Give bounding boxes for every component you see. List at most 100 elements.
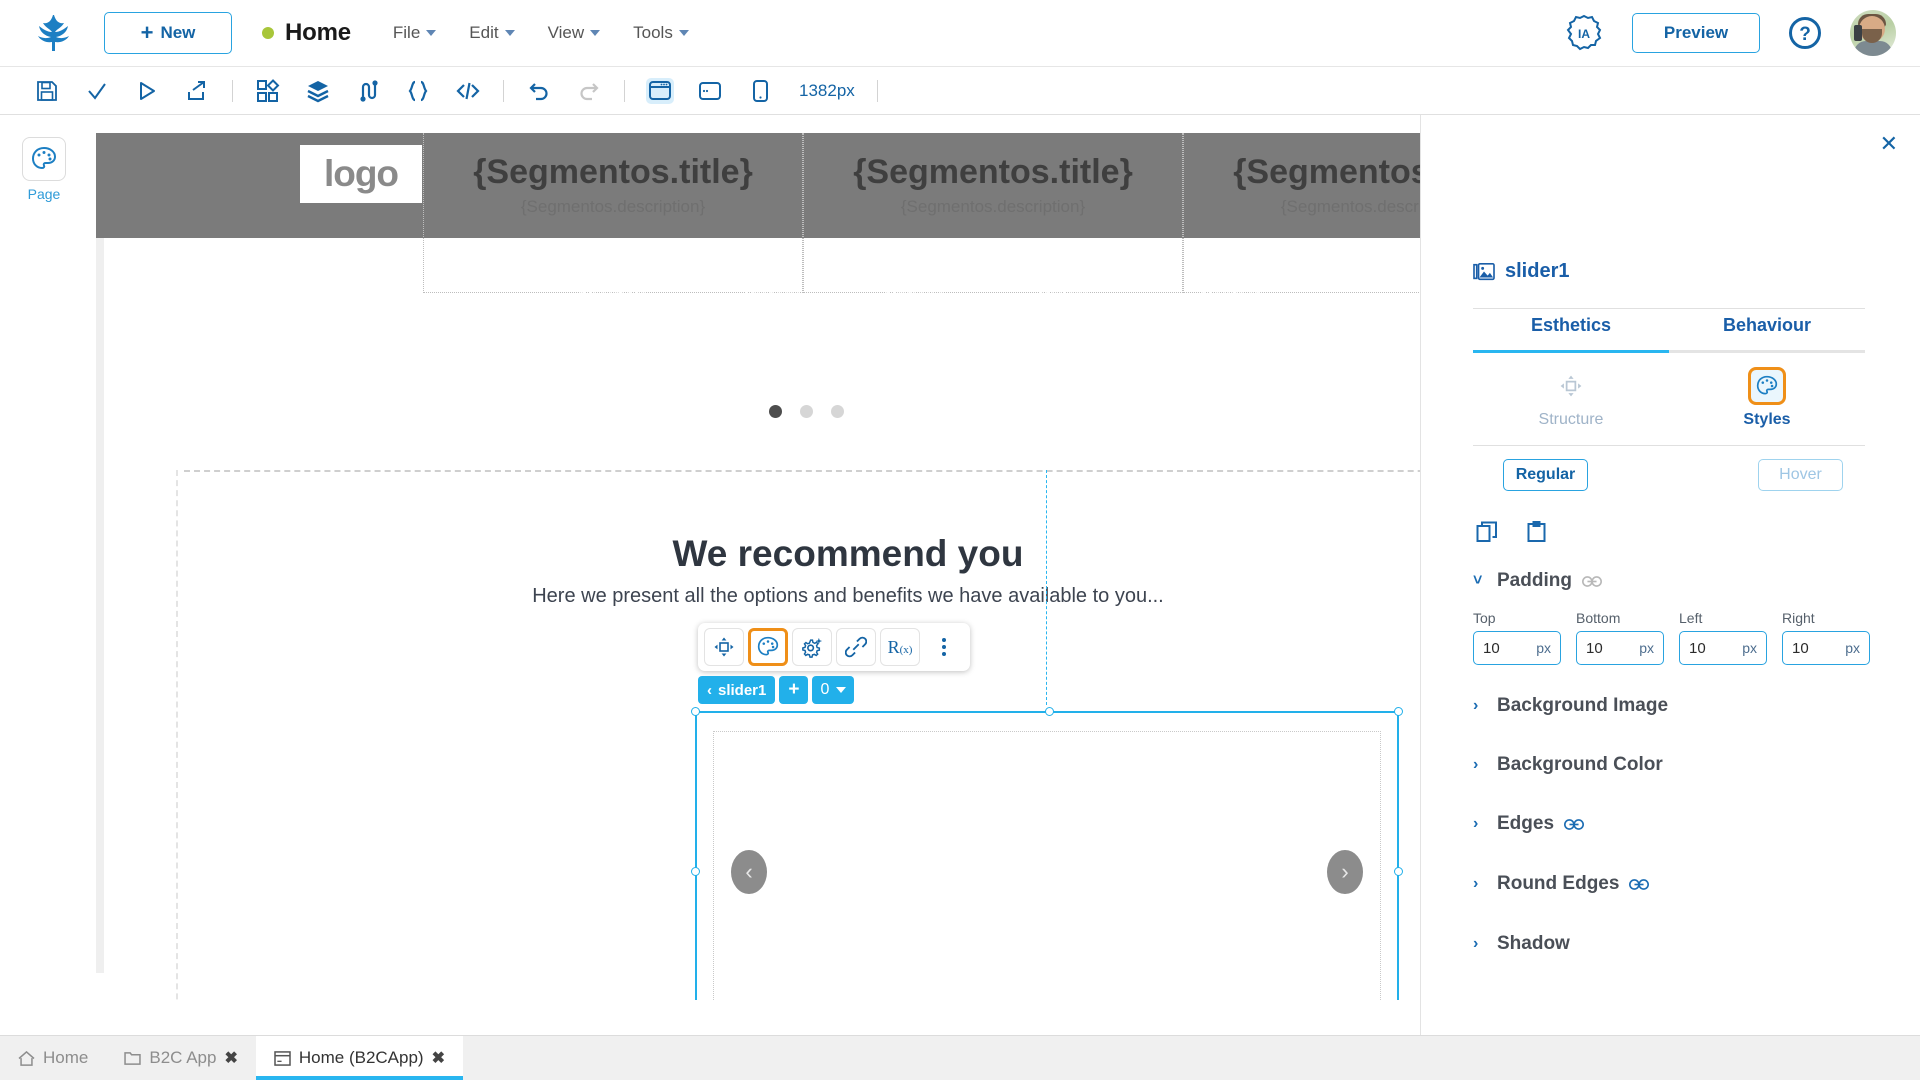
- resize-handle-nw[interactable]: [691, 707, 700, 716]
- bottom-tab-home-b2capp[interactable]: Home (B2CApp) ✖: [255, 1036, 464, 1080]
- padding-top-value: 10: [1483, 639, 1500, 657]
- state-regular-button[interactable]: Regular: [1503, 459, 1588, 491]
- carousel-dot[interactable]: [768, 405, 782, 418]
- segment-column[interactable]: {Segmentos.title} {Segmentos.description…: [423, 133, 803, 293]
- nav-link-history[interactable]: History: [744, 288, 799, 306]
- segment-column[interactable]: {Segmentos.title} {Segmentos.description…: [1183, 133, 1420, 293]
- section-background-image-header[interactable]: › Background Image: [1473, 695, 1873, 717]
- device-tablet-icon[interactable]: [685, 67, 735, 115]
- svg-text:IA: IA: [1578, 27, 1590, 41]
- nav-link-orders[interactable]: Orders: [1038, 288, 1090, 306]
- rx-formula-icon[interactable]: R(x): [880, 628, 920, 666]
- components-icon[interactable]: [243, 67, 293, 115]
- padding-top-input[interactable]: 10 px: [1473, 631, 1561, 665]
- section-round-edges[interactable]: › Round Edges: [1473, 873, 1873, 895]
- device-desktop-icon[interactable]: [635, 67, 685, 115]
- section-edges[interactable]: › Edges: [1473, 813, 1873, 835]
- section-padding[interactable]: ˅ Padding: [1473, 570, 1873, 592]
- chevron-right-icon: ›: [1473, 697, 1479, 714]
- menu-file[interactable]: File: [393, 23, 437, 43]
- nav-link-contact[interactable]: Contact: [1201, 288, 1261, 306]
- paste-style-icon[interactable]: [1523, 518, 1551, 546]
- padding-right-input[interactable]: 10 px: [1782, 631, 1870, 665]
- link-toggle-icon[interactable]: [1629, 878, 1650, 890]
- frog-logo-icon[interactable]: [24, 12, 82, 54]
- link-toggle-icon[interactable]: [1581, 575, 1602, 587]
- preview-button[interactable]: Preview: [1632, 13, 1760, 53]
- bottom-tab-home-b2capp-label: Home (B2CApp): [298, 1048, 424, 1067]
- ia-assistant-icon[interactable]: IA: [1564, 13, 1604, 53]
- layers-icon[interactable]: [293, 67, 343, 115]
- carousel-dot[interactable]: [799, 405, 813, 418]
- menu-tools[interactable]: Tools: [633, 23, 689, 43]
- subtab-styles[interactable]: Styles: [1669, 367, 1865, 429]
- bottom-tab-b2c-app[interactable]: B2C App ✖: [106, 1036, 256, 1080]
- add-slide-button[interactable]: +: [779, 676, 809, 704]
- section-shadow[interactable]: › Shadow: [1473, 933, 1873, 955]
- question-circle-icon[interactable]: ?: [1788, 16, 1822, 50]
- check-icon[interactable]: [72, 67, 122, 115]
- design-canvas[interactable]: logo {Segmentos.title} {Segmentos.descri…: [88, 115, 1420, 1000]
- close-icon[interactable]: ✕: [1880, 133, 1898, 155]
- sidebar-item-page[interactable]: Page: [16, 137, 72, 202]
- close-icon[interactable]: ✖: [432, 1048, 445, 1068]
- carousel-dot[interactable]: [830, 405, 844, 418]
- new-button[interactable]: + New: [104, 12, 232, 54]
- nav-link-about-us[interactable]: About Us: [577, 288, 648, 306]
- braces-icon[interactable]: [393, 67, 443, 115]
- section-background-color[interactable]: › Background Color: [1473, 754, 1873, 776]
- section-round-edges-header[interactable]: › Round Edges: [1473, 873, 1873, 895]
- padding-bottom-field: Bottom 10 px: [1576, 610, 1664, 665]
- close-icon[interactable]: ✖: [224, 1048, 237, 1068]
- move-icon[interactable]: [704, 628, 744, 666]
- section-padding-header[interactable]: ˅ Padding: [1473, 570, 1873, 592]
- link-toggle-icon[interactable]: [1564, 818, 1585, 830]
- padding-left-input[interactable]: 10 px: [1679, 631, 1767, 665]
- menu-edit[interactable]: Edit: [469, 23, 515, 43]
- link-icon[interactable]: [836, 628, 876, 666]
- section-edges-header[interactable]: › Edges: [1473, 813, 1873, 835]
- undo-icon[interactable]: [514, 67, 564, 115]
- tab-esthetics[interactable]: Esthetics: [1473, 315, 1669, 350]
- bottom-tab-home[interactable]: Home: [0, 1036, 106, 1080]
- copy-style-icon[interactable]: [1473, 518, 1501, 546]
- canvas-headline[interactable]: We recommend you: [188, 533, 1420, 575]
- run-icon[interactable]: [122, 67, 172, 115]
- zoom-value[interactable]: 1382px: [799, 81, 855, 101]
- plus-icon: +: [140, 20, 154, 45]
- resize-handle-n[interactable]: [1045, 707, 1054, 716]
- deploy-icon[interactable]: [172, 67, 222, 115]
- subtab-structure-label: Structure: [1538, 411, 1604, 428]
- section-divider-vertical: [176, 470, 178, 1000]
- tab-behaviour[interactable]: Behaviour: [1669, 315, 1865, 350]
- site-logo[interactable]: logo: [300, 145, 422, 203]
- section-shadow-header[interactable]: › Shadow: [1473, 933, 1873, 955]
- palette-icon[interactable]: [748, 628, 788, 666]
- padding-bottom-input[interactable]: 10 px: [1576, 631, 1664, 665]
- selected-slider-element[interactable]: ‹ ›: [691, 707, 1403, 1000]
- save-icon[interactable]: [22, 67, 72, 115]
- slide-index-select[interactable]: 0: [812, 676, 855, 704]
- selection-badge-parent[interactable]: ‹ slider1: [698, 676, 776, 704]
- avatar[interactable]: [1850, 10, 1896, 56]
- device-mobile-icon[interactable]: [735, 67, 785, 115]
- more-vertical-icon[interactable]: [924, 628, 964, 666]
- menu-view[interactable]: View: [548, 23, 601, 43]
- state-hover-button[interactable]: Hover: [1758, 459, 1843, 491]
- segment-column[interactable]: {Segmentos.title} {Segmentos.description…: [803, 133, 1183, 293]
- subtab-structure[interactable]: Structure: [1473, 367, 1669, 429]
- code-icon[interactable]: [443, 67, 493, 115]
- resize-handle-w[interactable]: [691, 867, 700, 876]
- chevron-down-icon: [678, 30, 689, 36]
- resize-handle-ne[interactable]: [1394, 707, 1403, 716]
- variables-icon[interactable]: [343, 67, 393, 115]
- canvas-subheadline[interactable]: Here we present all the options and bene…: [188, 585, 1420, 608]
- section-background-image[interactable]: › Background Image: [1473, 695, 1873, 717]
- settings-sparkle-icon[interactable]: [792, 628, 832, 666]
- resize-handle-e[interactable]: [1394, 867, 1403, 876]
- chevron-left-icon[interactable]: ‹: [731, 850, 767, 894]
- chevron-right-icon[interactable]: ›: [1327, 850, 1363, 894]
- section-background-color-header[interactable]: › Background Color: [1473, 754, 1873, 776]
- redo-icon[interactable]: [564, 67, 614, 115]
- nav-link-options[interactable]: Options: [885, 288, 945, 306]
